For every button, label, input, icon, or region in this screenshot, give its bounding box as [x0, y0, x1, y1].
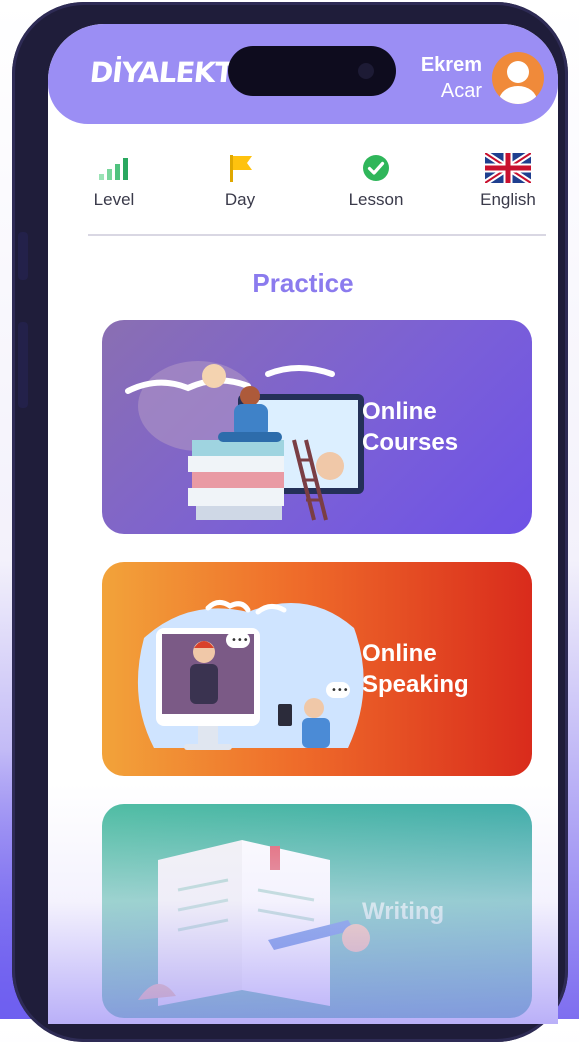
app-header: DİYALEKT Ekrem Acar [48, 24, 558, 124]
user-first-name: Ekrem [420, 54, 482, 76]
svg-text:•••: ••• [231, 635, 249, 646]
stat-lesson-label: Lesson [348, 190, 404, 209]
card-title-line: Writing [362, 897, 445, 925]
phone-side-button [18, 232, 28, 280]
online-courses-title: Online Courses [362, 320, 502, 534]
online-speaking-title: Online Speaking [362, 562, 502, 776]
stat-level-label: Level [93, 190, 135, 209]
card-title-line: Online [362, 398, 437, 425]
online-speaking-card[interactable]: ••• ••• Online Speaking [102, 562, 532, 776]
flag-icon [190, 152, 290, 184]
divider [88, 234, 546, 236]
stat-day-label: Day [224, 190, 256, 209]
phone-side-button [18, 322, 28, 408]
avatar-head [507, 61, 529, 83]
avatar-body [499, 86, 537, 104]
writing-card[interactable]: Writing [102, 804, 532, 1018]
speaking-illustration: ••• ••• [137, 600, 364, 750]
writing-title: Writing [362, 804, 502, 1018]
phone-frame: DİYALEKT Ekrem Acar Level Day Lesson Eng… [12, 2, 568, 1042]
card-title-line: Courses [362, 429, 459, 456]
user-name[interactable]: Ekrem Acar [421, 52, 482, 104]
stat-level[interactable]: Level [64, 152, 164, 210]
card-title-line: Speaking [362, 671, 469, 698]
check-circle-icon [326, 152, 426, 184]
uk-flag-icon [458, 152, 558, 184]
svg-text:•••: ••• [331, 685, 349, 696]
avatar[interactable] [492, 52, 544, 104]
courses-illustration [125, 361, 364, 521]
stats-bar: Level Day Lesson English [48, 152, 558, 232]
dynamic-island [228, 46, 396, 96]
signal-bars-icon [64, 152, 164, 184]
section-title: Practice [252, 268, 354, 298]
card-title-line: Online [362, 640, 437, 667]
app-logo: DİYALEKT [88, 56, 235, 89]
user-last-name: Acar [440, 80, 482, 102]
app-screen: DİYALEKT Ekrem Acar Level Day Lesson Eng… [48, 24, 558, 1024]
camera-icon [358, 63, 374, 79]
stat-language-label: English [480, 190, 536, 209]
stat-language[interactable]: English [458, 152, 558, 210]
stat-lesson[interactable]: Lesson [326, 152, 426, 210]
online-courses-card[interactable]: Online Courses [102, 320, 532, 534]
writing-illustration [138, 840, 370, 1006]
stat-day[interactable]: Day [190, 152, 290, 210]
